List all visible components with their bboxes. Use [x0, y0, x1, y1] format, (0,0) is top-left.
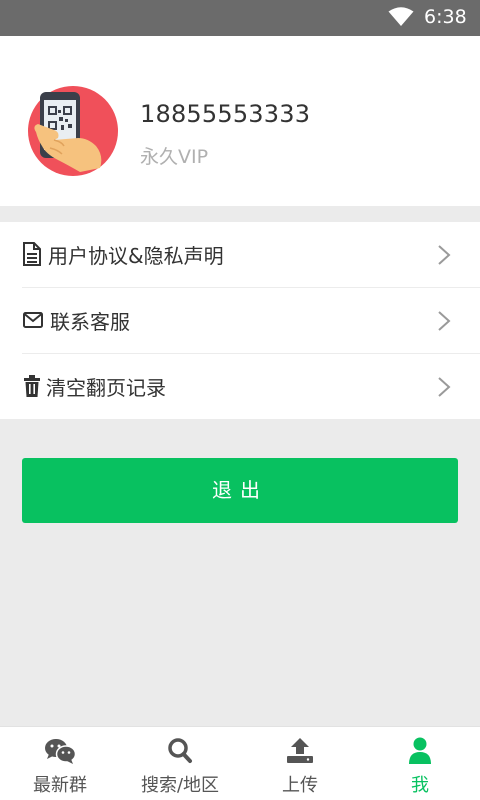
tab-label: 搜索/地区: [140, 775, 220, 796]
menu-item-clear-history[interactable]: 清空翻页记录: [0, 354, 480, 420]
tab-me[interactable]: 我: [360, 727, 480, 800]
settings-menu: 用户协议&隐私声明 联系客服 清空翻页记录: [0, 222, 480, 419]
wechat-icon: [45, 739, 76, 764]
tab-label: 最新群: [33, 775, 87, 796]
menu-item-customer-service[interactable]: 联系客服: [0, 288, 480, 354]
avatar[interactable]: [28, 86, 118, 176]
search-icon: [168, 738, 192, 763]
tab-label: 上传: [282, 775, 318, 796]
user-icon: [409, 737, 431, 764]
tab-upload[interactable]: 上传: [240, 727, 360, 800]
tab-search-region[interactable]: 搜索/地区: [120, 727, 240, 800]
document-icon: [23, 242, 41, 266]
username: 18855553333: [140, 100, 311, 128]
chevron-right-icon: [438, 377, 451, 397]
status-bar: 6:38: [0, 0, 480, 36]
wifi-icon: [388, 7, 414, 26]
profile-header: 18855553333 永久VIP: [0, 36, 480, 206]
menu-item-label: 清空翻页记录: [46, 376, 166, 400]
logout-button[interactable]: 退出: [22, 458, 458, 523]
menu-item-user-agreement[interactable]: 用户协议&隐私声明: [0, 222, 480, 288]
chevron-right-icon: [438, 245, 451, 265]
mail-icon: [23, 312, 43, 328]
chevron-right-icon: [438, 311, 451, 331]
upload-icon: [287, 738, 313, 763]
membership-status: 永久VIP: [140, 146, 209, 168]
trash-icon: [24, 375, 40, 397]
status-time: 6:38: [424, 6, 467, 28]
bottom-tab-bar: 最新群 搜索/地区 上传 我: [0, 726, 480, 800]
menu-item-label: 用户协议&隐私声明: [48, 244, 224, 268]
menu-item-label: 联系客服: [50, 310, 130, 334]
tab-label: 我: [411, 775, 429, 796]
tab-latest-groups[interactable]: 最新群: [0, 727, 120, 800]
